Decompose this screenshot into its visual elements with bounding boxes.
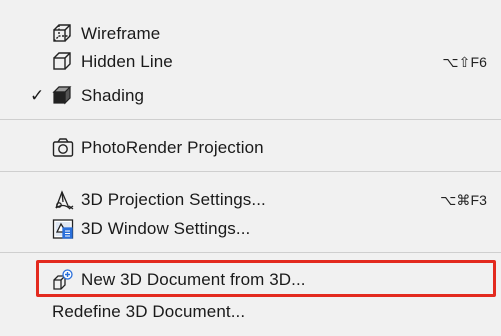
view-mode-menu: Wireframe Hidden Line ⌥⇧F6 ✓ Shading Pho… bbox=[0, 0, 501, 336]
wireframe-icon bbox=[52, 23, 74, 45]
menu-item-photorender-projection[interactable]: PhotoRender Projection bbox=[0, 134, 501, 162]
shading-icon bbox=[52, 85, 74, 107]
menu-item-label: 3D Projection Settings... bbox=[81, 190, 266, 209]
menu-separator bbox=[0, 119, 501, 120]
menu-item-3d-projection-settings[interactable]: 3D Projection Settings... ⌥⌘F3 bbox=[0, 186, 501, 214]
menu-item-label: Wireframe bbox=[81, 24, 161, 43]
menu-item-hidden-line[interactable]: Hidden Line ⌥⇧F6 bbox=[0, 48, 501, 76]
shortcut-3d-projection-settings: ⌥⌘F3 bbox=[440, 191, 487, 208]
shortcut-hidden-line: ⌥⇧F6 bbox=[442, 53, 487, 70]
menu-item-label: Redefine 3D Document... bbox=[52, 302, 246, 321]
menu-item-3d-window-settings[interactable]: 3D Window Settings... bbox=[0, 215, 501, 243]
projection-settings-icon bbox=[52, 189, 74, 211]
menu-item-label: 3D Window Settings... bbox=[81, 219, 251, 238]
menu-item-label: Hidden Line bbox=[81, 52, 173, 71]
menu-separator bbox=[0, 252, 501, 253]
window-settings-icon bbox=[52, 218, 74, 240]
checkmark-icon: ✓ bbox=[30, 86, 45, 105]
camera-icon bbox=[52, 137, 74, 159]
menu-item-shading[interactable]: ✓ Shading bbox=[0, 82, 501, 110]
menu-item-wireframe[interactable]: Wireframe bbox=[0, 20, 501, 48]
menu-separator bbox=[0, 171, 501, 172]
menu-item-redefine-3d-document[interactable]: Redefine 3D Document... bbox=[0, 298, 501, 326]
highlight-box bbox=[36, 260, 496, 297]
hidden-line-icon bbox=[52, 51, 74, 73]
menu-item-label: Shading bbox=[81, 86, 145, 105]
menu-item-label: PhotoRender Projection bbox=[81, 138, 264, 157]
